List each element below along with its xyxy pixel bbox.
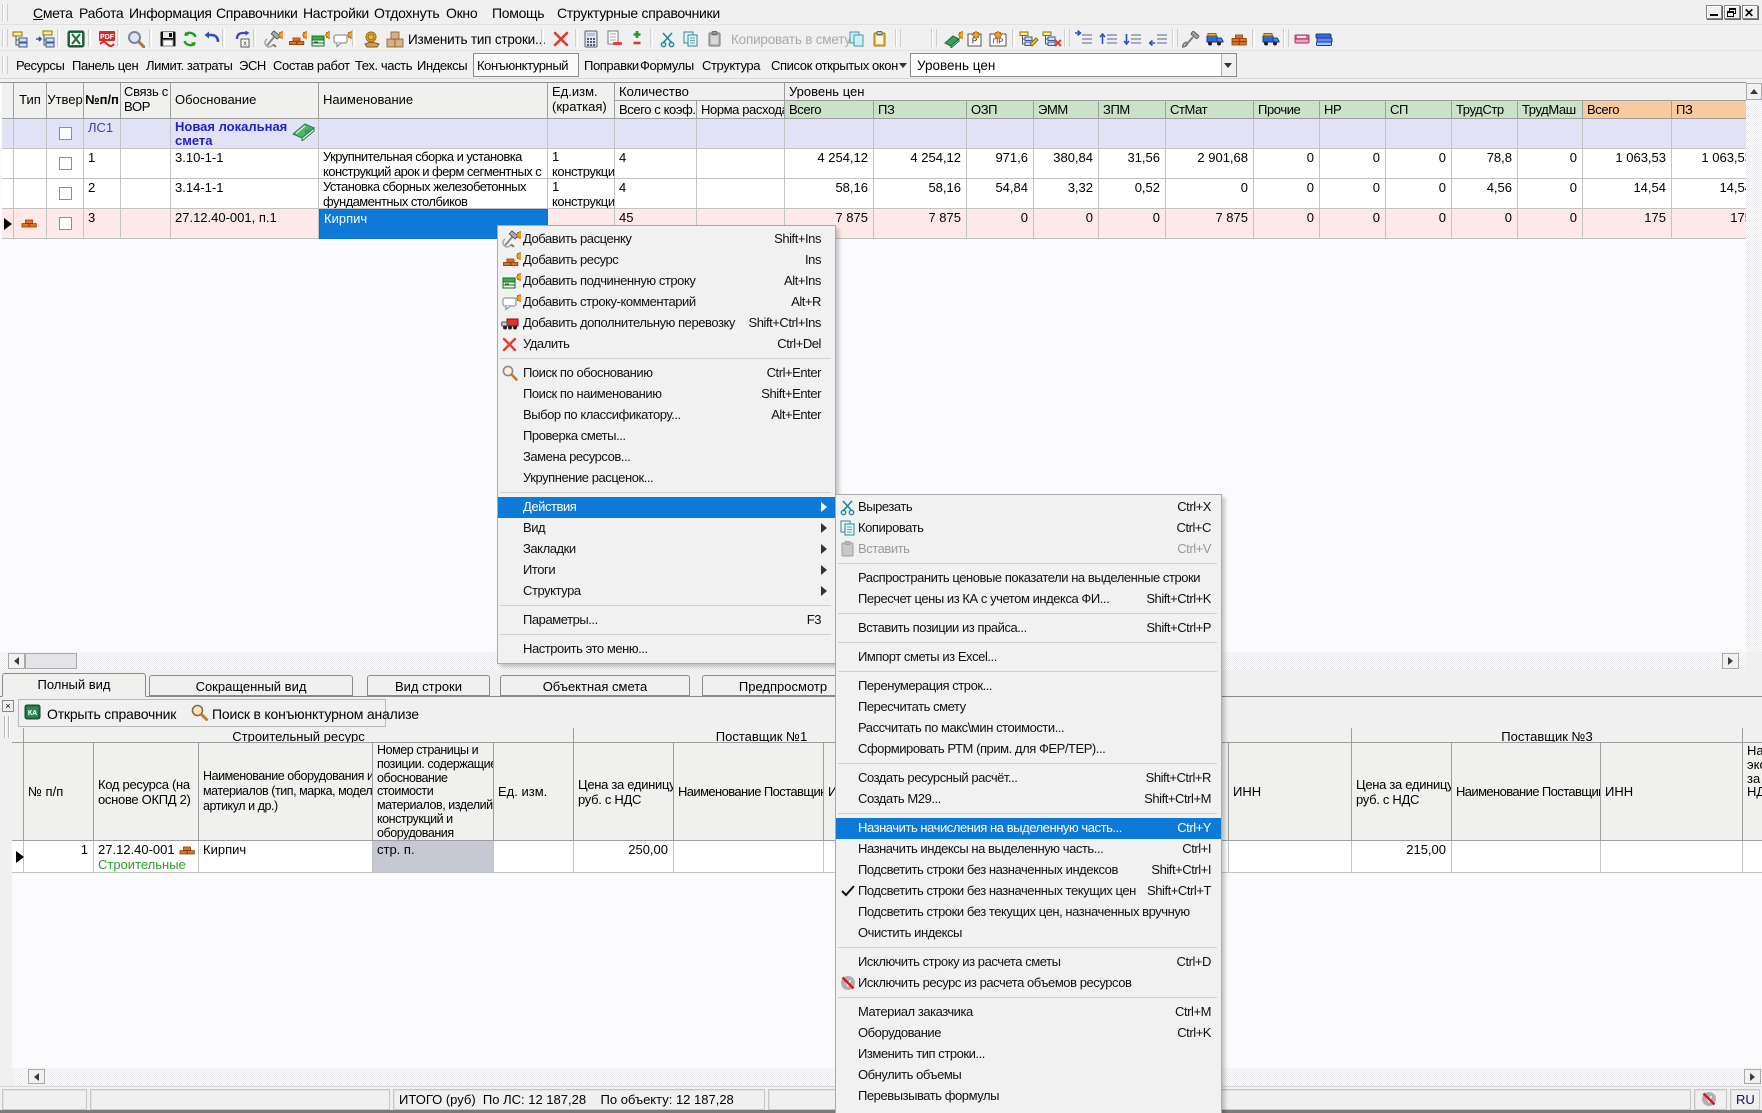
svg-text:x: x <box>243 41 247 48</box>
svg-text:PDF: PDF <box>100 34 115 41</box>
svg-text:КА: КА <box>28 710 37 717</box>
